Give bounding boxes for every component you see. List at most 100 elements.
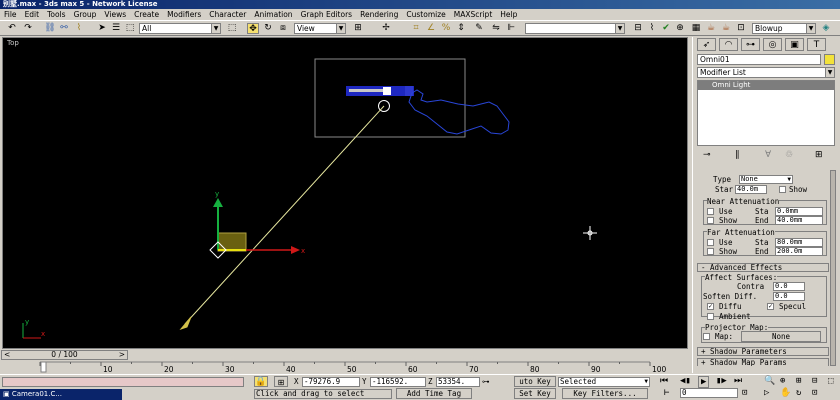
named-selection-icon[interactable]: ✎ bbox=[473, 23, 485, 34]
top-viewport[interactable]: Top x y y x bbox=[2, 37, 688, 349]
select-by-name-icon[interactable]: ☰ bbox=[110, 23, 122, 34]
diffuse-checkbox[interactable]: ✓ bbox=[707, 303, 714, 310]
pivot-center-icon[interactable]: ⊞ bbox=[352, 23, 364, 34]
hierarchy-tab-icon[interactable]: ⊶ bbox=[741, 38, 760, 51]
active-shade-icon[interactable]: ☕ bbox=[720, 23, 732, 34]
set-key-button[interactable]: Set Key bbox=[514, 388, 556, 399]
contrast-spinner[interactable]: 0.0 bbox=[773, 282, 805, 291]
near-start-spinner[interactable]: 0.0mm bbox=[775, 207, 823, 216]
go-to-end-icon[interactable]: ⏭ bbox=[734, 376, 742, 386]
create-tab-icon[interactable]: ➶ bbox=[697, 38, 716, 51]
menu-maxscript[interactable]: MAXScript bbox=[450, 9, 497, 20]
pan-icon[interactable]: ✋ bbox=[780, 388, 791, 398]
render-type-icon[interactable]: ⊡ bbox=[735, 23, 747, 34]
make-unique-icon[interactable]: ∀ bbox=[765, 149, 771, 161]
auto-key-button[interactable]: uto Key bbox=[514, 376, 556, 387]
zoom-extents-icon[interactable]: ⊞ bbox=[796, 376, 801, 386]
far-start-spinner[interactable]: 80.0mm bbox=[775, 238, 823, 247]
menu-modifiers[interactable]: Modifiers bbox=[163, 9, 205, 20]
menu-rendering[interactable]: Rendering bbox=[356, 9, 402, 20]
field-of-view-icon[interactable]: ▷ bbox=[764, 388, 769, 398]
key-filters-button[interactable]: Key Filters... bbox=[562, 388, 648, 399]
track-bar[interactable]: 0102030405060708090100 bbox=[0, 361, 690, 374]
y-coord-field[interactable]: -116592. bbox=[370, 377, 426, 387]
stack-item-omni-light[interactable]: Omni Light bbox=[698, 81, 834, 90]
command-panel-scrollbar[interactable] bbox=[830, 170, 836, 366]
percent-snap-icon[interactable]: % bbox=[440, 23, 452, 34]
menu-views[interactable]: Views bbox=[100, 9, 130, 20]
modify-tab-icon[interactable]: ◠ bbox=[719, 38, 738, 51]
region-zoom-icon[interactable]: ⬚ bbox=[828, 376, 833, 386]
advanced-effects-rollout-header[interactable]: - Advanced Effects bbox=[697, 263, 829, 272]
configure-sets-icon[interactable]: ⊞ bbox=[815, 149, 823, 161]
window-crossing-icon[interactable]: ⬚ bbox=[226, 23, 238, 34]
projector-map-button[interactable]: None bbox=[741, 331, 821, 342]
utilities-tab-icon[interactable]: T bbox=[807, 38, 826, 51]
object-name-field[interactable]: Omni01 bbox=[697, 54, 821, 65]
select-and-scale-icon[interactable]: ⧈ bbox=[277, 23, 289, 34]
region-select-icon[interactable]: ⬚ bbox=[124, 23, 136, 34]
spinner-snap-icon[interactable]: ⇕ bbox=[455, 23, 467, 34]
shadow-map-params-rollout-header[interactable]: + Shadow Map Params bbox=[697, 358, 829, 366]
menu-help[interactable]: Help bbox=[496, 9, 521, 20]
decay-start-spinner[interactable]: 40.0m bbox=[735, 185, 767, 194]
menu-edit[interactable]: Edit bbox=[21, 9, 44, 20]
near-use-checkbox[interactable] bbox=[707, 208, 714, 215]
maxscript-listener[interactable] bbox=[2, 377, 244, 387]
quick-render-icon[interactable]: ☕ bbox=[705, 23, 717, 34]
time-slider-track[interactable]: < 0 / 100 > bbox=[0, 350, 690, 360]
time-configuration-icon[interactable]: ⊡ bbox=[742, 388, 747, 398]
snap-toggle-icon[interactable]: ⌗ bbox=[410, 23, 422, 34]
select-object-icon[interactable]: ➤ bbox=[96, 23, 108, 34]
show-end-result-icon[interactable]: ∥ bbox=[735, 149, 740, 161]
arc-rotate-icon[interactable]: ↻ bbox=[796, 388, 801, 398]
taskbar-camera-button[interactable]: ▣ Camera01.C... bbox=[0, 389, 122, 400]
decay-type-dropdown[interactable]: None ▼ bbox=[739, 175, 793, 184]
curve-editor-icon[interactable]: ⌇ bbox=[646, 23, 658, 34]
menu-group[interactable]: Group bbox=[70, 9, 101, 20]
bind-space-warp-icon[interactable]: ⌇ bbox=[73, 23, 85, 34]
unlink-icon[interactable]: ⚯ bbox=[58, 23, 70, 34]
menu-file[interactable]: File bbox=[0, 9, 21, 20]
render-scene-icon[interactable]: ▦ bbox=[690, 23, 702, 34]
maximize-viewport-icon[interactable]: ⊡ bbox=[812, 388, 817, 398]
far-show-checkbox[interactable] bbox=[707, 248, 714, 255]
lock-selection-icon[interactable]: 🔒 bbox=[254, 376, 268, 387]
material-editor-icon[interactable]: ⊕ bbox=[674, 23, 686, 34]
key-mode-dropdown[interactable]: Selected ▼ bbox=[558, 377, 650, 387]
go-to-start-icon[interactable]: ⏮ bbox=[660, 376, 668, 386]
zoom-extents-all-icon[interactable]: ⊟ bbox=[812, 376, 817, 386]
angle-snap-icon[interactable]: ∠ bbox=[425, 23, 437, 34]
render-last-icon[interactable]: ◈ bbox=[820, 23, 832, 34]
selection-filter-dropdown[interactable]: All ▼ bbox=[139, 23, 221, 34]
zoom-all-icon[interactable]: ⊕ bbox=[780, 376, 785, 386]
menu-customize[interactable]: Customize bbox=[402, 9, 449, 20]
select-manipulate-icon[interactable]: ✢ bbox=[380, 23, 392, 34]
menu-graph-editors[interactable]: Graph Editors bbox=[297, 9, 357, 20]
shadow-parameters-rollout-header[interactable]: + Shadow Parameters bbox=[697, 347, 829, 356]
zoom-icon[interactable]: 🔍 bbox=[764, 376, 775, 386]
next-frame-icon[interactable]: ▮▶ bbox=[716, 376, 727, 386]
near-end-spinner[interactable]: 40.0mm bbox=[775, 216, 823, 225]
near-show-checkbox[interactable] bbox=[707, 217, 714, 224]
z-coord-field[interactable]: 53354. bbox=[436, 377, 480, 387]
projector-map-checkbox[interactable] bbox=[703, 333, 710, 340]
far-end-spinner[interactable]: 200.0m bbox=[775, 247, 823, 256]
schematic-view-icon[interactable]: ✔ bbox=[660, 23, 672, 34]
menu-tools[interactable]: Tools bbox=[43, 9, 69, 20]
specular-checkbox[interactable]: ✓ bbox=[767, 303, 774, 310]
pin-stack-icon[interactable]: ⊸ bbox=[703, 149, 711, 161]
time-slider[interactable]: < 0 / 100 > bbox=[1, 350, 128, 360]
play-icon[interactable]: ▶ bbox=[698, 376, 710, 388]
x-coord-field[interactable]: -79276.9 bbox=[302, 377, 360, 387]
select-and-rotate-icon[interactable]: ↻ bbox=[262, 23, 274, 34]
object-color-swatch[interactable] bbox=[824, 54, 835, 65]
previous-frame-icon[interactable]: ◀▮ bbox=[680, 376, 691, 386]
reference-coordinate-dropdown[interactable]: View ▼ bbox=[294, 23, 346, 34]
menu-create[interactable]: Create bbox=[130, 9, 163, 20]
mirror-icon[interactable]: ⇋ bbox=[490, 23, 502, 34]
far-use-checkbox[interactable] bbox=[707, 239, 714, 246]
add-time-tag-button[interactable]: Add Time Tag bbox=[396, 388, 472, 399]
named-selection-set-dropdown[interactable]: ▼ bbox=[525, 23, 625, 34]
ambient-checkbox[interactable] bbox=[707, 313, 714, 320]
